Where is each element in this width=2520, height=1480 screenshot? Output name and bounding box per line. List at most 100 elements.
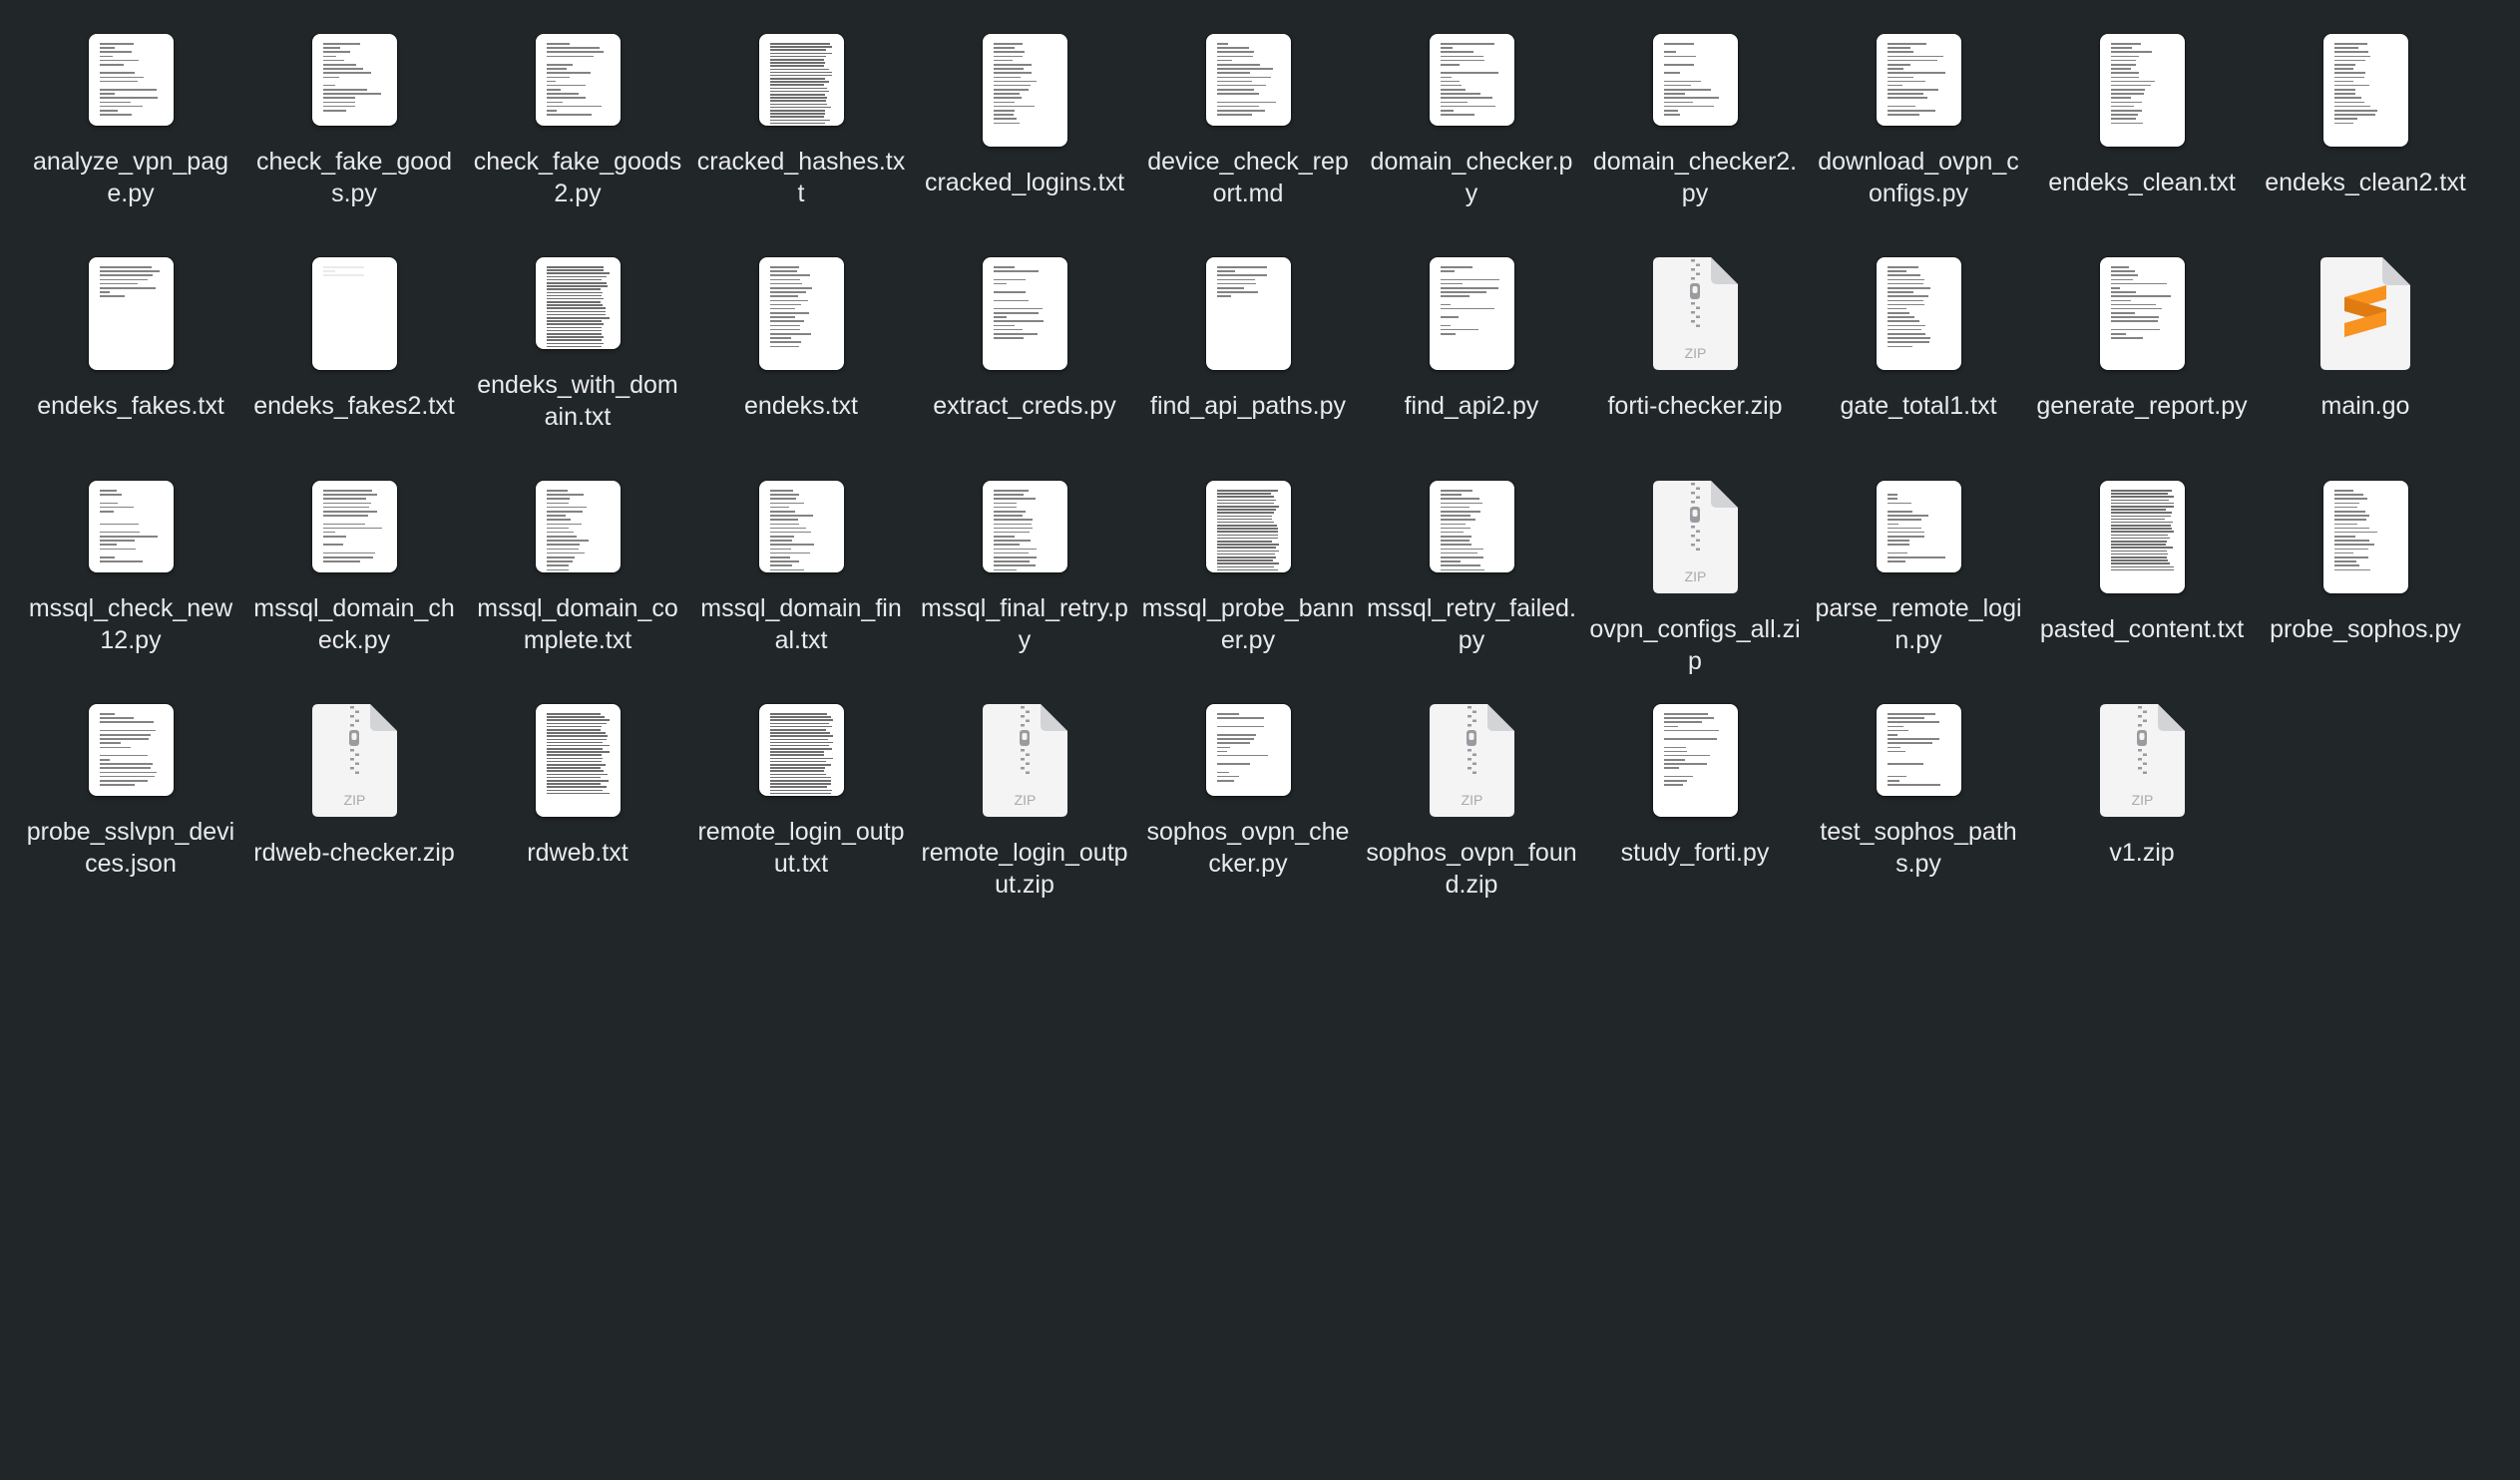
- file-name-label: mssql_probe_banner.py: [1141, 594, 1355, 654]
- document-thumbnail-icon: [758, 704, 844, 796]
- zip-archive-icon: ZIP: [982, 704, 1067, 817]
- document-thumbnail-icon: [1429, 481, 1514, 572]
- file-name-label: probe_sophos.py: [2270, 615, 2461, 643]
- document-thumbnail-icon: [2099, 257, 2185, 370]
- document-thumbnail-icon: [1876, 257, 1961, 370]
- document-thumbnail-icon: [1205, 257, 1291, 370]
- file-name-label: domain_checker.py: [1370, 148, 1573, 207]
- file-name-label: forti-checker.zip: [1607, 392, 1783, 420]
- file-item[interactable]: mssql_final_retry.py: [915, 447, 1134, 656]
- file-item[interactable]: endeks_clean.txt: [2032, 0, 2252, 209]
- file-item[interactable]: mssql_domain_final.txt: [691, 447, 911, 656]
- file-item[interactable]: ZIP forti-checker.zip: [1585, 223, 1805, 433]
- file-item[interactable]: rdweb.txt: [468, 670, 687, 880]
- document-thumbnail-icon: [311, 257, 397, 370]
- document-thumbnail-icon: [1876, 704, 1961, 796]
- file-name-label: endeks_with_domain.txt: [477, 371, 678, 431]
- document-thumbnail-icon: [1205, 704, 1291, 796]
- document-thumbnail-icon: [758, 34, 844, 126]
- file-item[interactable]: cracked_hashes.txt: [691, 0, 911, 209]
- file-name-label: endeks_clean2.txt: [2265, 169, 2466, 196]
- file-name-label: generate_report.py: [2036, 392, 2248, 420]
- document-thumbnail-icon: [758, 481, 844, 572]
- file-name-label: cracked_hashes.txt: [696, 148, 906, 207]
- file-name-label: domain_checker2.py: [1592, 148, 1798, 207]
- zip-archive-icon: ZIP: [1429, 704, 1514, 817]
- file-item[interactable]: pasted_content.txt: [2032, 447, 2252, 656]
- file-name-label: probe_sslvpn_devices.json: [26, 818, 235, 878]
- file-item[interactable]: analyze_vpn_page.py: [21, 0, 240, 209]
- file-name-label: remote_login_output.zip: [921, 839, 1128, 899]
- file-item[interactable]: ZIP sophos_ovpn_found.zip: [1362, 670, 1581, 899]
- file-item[interactable]: endeks_with_domain.txt: [468, 223, 687, 433]
- document-thumbnail-icon: [1876, 34, 1961, 126]
- file-item[interactable]: sophos_ovpn_checker.py: [1138, 670, 1358, 880]
- file-item[interactable]: ZIP remote_login_output.zip: [915, 670, 1134, 899]
- file-item[interactable]: generate_report.py: [2032, 223, 2252, 433]
- file-name-label: extract_creds.py: [933, 392, 1116, 420]
- file-item[interactable]: gate_total1.txt: [1809, 223, 2028, 433]
- file-name-label: study_forti.py: [1620, 839, 1770, 867]
- file-name-label: check_fake_goods2.py: [473, 148, 682, 207]
- document-thumbnail-icon: [535, 257, 621, 349]
- document-thumbnail-icon: [535, 481, 621, 572]
- file-item[interactable]: mssql_check_new12.py: [21, 447, 240, 656]
- file-item[interactable]: find_api2.py: [1362, 223, 1581, 433]
- file-item[interactable]: probe_sophos.py: [2256, 447, 2475, 656]
- file-item[interactable]: main.go: [2256, 223, 2475, 433]
- file-item[interactable]: mssql_retry_failed.py: [1362, 447, 1581, 656]
- file-item[interactable]: endeks_clean2.txt: [2256, 0, 2475, 209]
- file-item[interactable]: mssql_probe_banner.py: [1138, 447, 1358, 656]
- file-item[interactable]: endeks_fakes2.txt: [244, 223, 464, 433]
- document-thumbnail-icon: [1876, 481, 1961, 572]
- file-name-label: main.go: [2320, 392, 2410, 420]
- file-item[interactable]: mssql_domain_check.py: [244, 447, 464, 656]
- file-item[interactable]: probe_sslvpn_devices.json: [21, 670, 240, 880]
- file-item[interactable]: device_check_report.md: [1138, 0, 1358, 209]
- zip-archive-icon: ZIP: [311, 704, 397, 817]
- file-name-label: remote_login_output.txt: [697, 818, 905, 878]
- zip-badge-text: ZIP: [1461, 792, 1482, 808]
- document-thumbnail-icon: [311, 34, 397, 126]
- document-thumbnail-icon: [2099, 34, 2185, 147]
- file-name-label: rdweb-checker.zip: [253, 839, 455, 867]
- file-item[interactable]: domain_checker.py: [1362, 0, 1581, 209]
- file-item[interactable]: ZIP ovpn_configs_all.zip: [1585, 447, 1805, 675]
- file-item[interactable]: check_fake_goods.py: [244, 0, 464, 209]
- zip-badge-text: ZIP: [1684, 568, 1706, 584]
- file-item[interactable]: endeks.txt: [691, 223, 911, 433]
- file-item[interactable]: endeks_fakes.txt: [21, 223, 240, 433]
- document-thumbnail-icon: [982, 34, 1067, 147]
- file-name-label: mssql_domain_complete.txt: [477, 594, 678, 654]
- file-item[interactable]: domain_checker2.py: [1585, 0, 1805, 209]
- file-item[interactable]: test_sophos_paths.py: [1809, 670, 2028, 880]
- file-item[interactable]: find_api_paths.py: [1138, 223, 1358, 433]
- file-name-label: find_api_paths.py: [1150, 392, 1346, 420]
- file-item[interactable]: download_ovpn_configs.py: [1809, 0, 2028, 209]
- document-thumbnail-icon: [1205, 34, 1291, 126]
- file-item[interactable]: ZIP v1.zip: [2032, 670, 2252, 880]
- file-name-label: sophos_ovpn_checker.py: [1146, 818, 1350, 878]
- document-thumbnail-icon: [1429, 34, 1514, 126]
- file-item[interactable]: extract_creds.py: [915, 223, 1134, 433]
- document-thumbnail-icon: [1652, 704, 1738, 817]
- file-icon-grid: analyze_vpn_page.py check_fake_goods.py ch…: [0, 0, 2520, 1480]
- file-name-label: endeks_clean.txt: [2048, 169, 2236, 196]
- file-name-label: v1.zip: [2109, 839, 2175, 867]
- zip-badge-text: ZIP: [2131, 792, 2153, 808]
- file-name-label: mssql_domain_final.txt: [700, 594, 902, 654]
- file-item[interactable]: check_fake_goods2.py: [468, 0, 687, 209]
- file-name-label: endeks.txt: [744, 392, 858, 420]
- file-item[interactable]: remote_login_output.txt: [691, 670, 911, 880]
- document-thumbnail-icon: [982, 257, 1067, 370]
- file-item[interactable]: cracked_logins.txt: [915, 0, 1134, 209]
- zip-archive-icon: ZIP: [1652, 481, 1738, 593]
- file-item[interactable]: mssql_domain_complete.txt: [468, 447, 687, 656]
- file-item[interactable]: study_forti.py: [1585, 670, 1805, 880]
- document-thumbnail-icon: [2322, 481, 2408, 593]
- file-item[interactable]: parse_remote_login.py: [1809, 447, 2028, 656]
- file-name-label: device_check_report.md: [1147, 148, 1349, 207]
- file-name-label: analyze_vpn_page.py: [33, 148, 228, 207]
- file-item[interactable]: ZIP rdweb-checker.zip: [244, 670, 464, 880]
- document-thumbnail-icon: [88, 34, 174, 126]
